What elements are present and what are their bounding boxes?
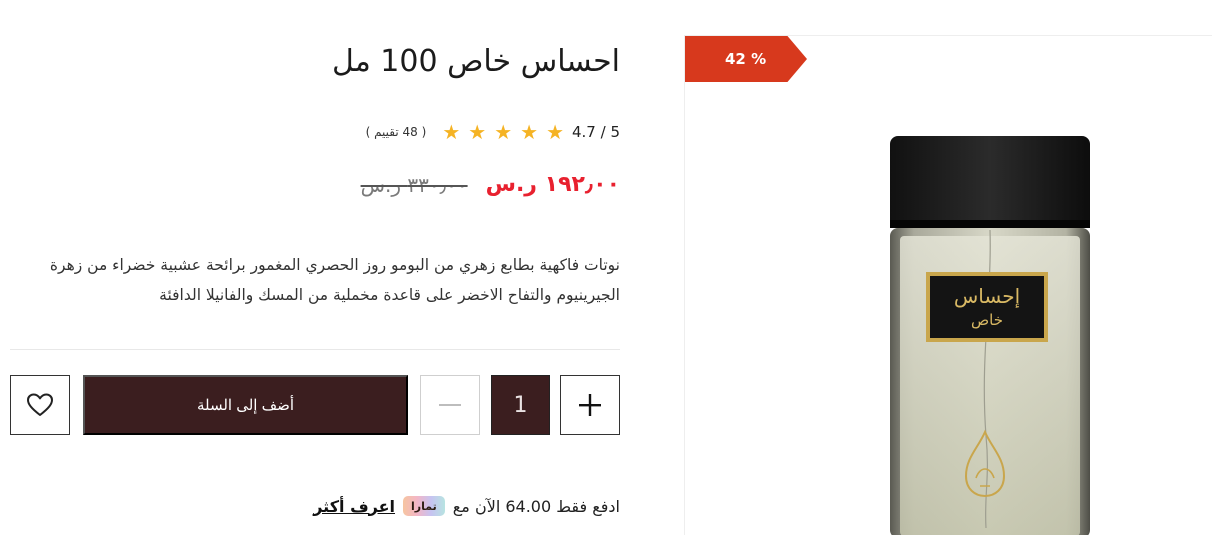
learn-more-link[interactable]: اعرف أكثر <box>313 497 395 516</box>
product-gallery: 42 % إحساس خاص <box>684 35 1212 535</box>
bottle-label-line1: إحساس <box>954 284 1020 309</box>
sale-price: ١٩٢٫٠٠ ر.س <box>485 172 620 197</box>
divider <box>10 349 620 350</box>
star-icon: ★ <box>546 120 564 144</box>
price-row: ١٩٢٫٠٠ ر.س ٣٣٠٫٠٠ ر.س <box>361 172 620 197</box>
rating-score: 4.7 / 5 <box>572 123 620 141</box>
heart-icon <box>27 393 53 416</box>
star-icon: ★ <box>520 120 539 144</box>
rating-row: 4.7 / 5 ★ ★ ★ ★ ★ ( 48 تقييم ) <box>366 122 620 142</box>
wishlist-button[interactable] <box>10 375 70 435</box>
star-icon: ★ <box>442 120 461 144</box>
star-icon: ★ <box>468 120 487 144</box>
decrease-quantity-button[interactable] <box>420 375 480 435</box>
discount-badge: 42 % <box>685 36 807 82</box>
add-to-cart-button[interactable]: أضف إلى السلة <box>83 375 408 435</box>
minus-icon <box>439 404 461 406</box>
product-details: احساس خاص 100 مل 4.7 / 5 ★ ★ ★ ★ ★ ( 48 … <box>10 0 620 535</box>
product-image[interactable]: إحساس خاص <box>880 136 1100 535</box>
quantity-input[interactable] <box>491 375 550 435</box>
rating-count[interactable]: ( 48 تقييم ) <box>366 125 427 139</box>
star-icon: ★ <box>494 120 513 144</box>
original-price: ٣٣٠٫٠٠ ر.س <box>360 172 468 197</box>
increase-quantity-button[interactable] <box>560 375 620 435</box>
installment-text: ادفع فقط 64.00 الآن مع <box>452 496 620 516</box>
rating-stars: ★ ★ ★ ★ ★ <box>442 122 564 142</box>
product-title: احساس خاص 100 مل <box>331 44 620 79</box>
bottle-label-line2: خاص <box>971 311 1003 329</box>
plus-icon <box>579 394 601 416</box>
product-description: نوتات فاكهية بطابع زهري من البومو روز ال… <box>49 256 620 304</box>
installment-row: ادفع فقط 64.00 الآن مع تمارا اعرف أكثر <box>313 496 620 516</box>
tamara-logo: تمارا <box>403 496 445 516</box>
